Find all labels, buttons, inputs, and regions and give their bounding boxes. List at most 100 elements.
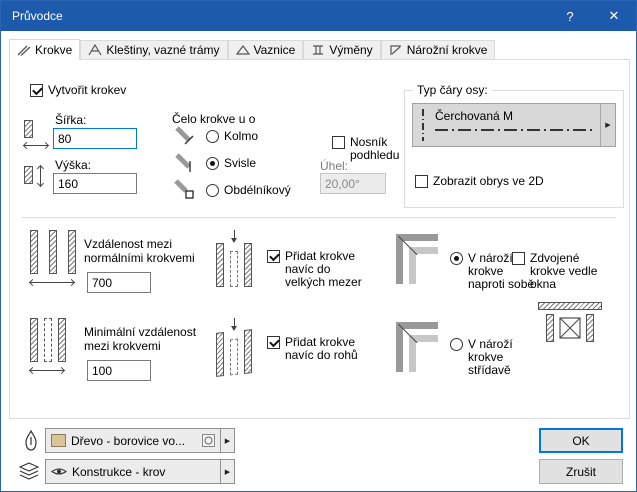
width-input[interactable] [53, 128, 137, 149]
radio-kolmo[interactable]: Kolmo [206, 130, 258, 143]
window-glyph [558, 316, 582, 340]
dropdown-arrow-icon[interactable]: ▶ [220, 460, 234, 483]
tab-narozni-krokve[interactable]: Nárožní krokve [381, 40, 496, 59]
hip-alternate-icon [394, 318, 442, 376]
material-texture-icon[interactable] [202, 434, 215, 447]
checkbox-box[interactable] [267, 336, 280, 349]
double-window-checkbox[interactable]: Zdvojené krokve vedle okna [512, 252, 604, 291]
line-type-preview: Čerchovaná M [433, 104, 600, 146]
checkbox-label: Přidat krokve navíc do rohů [285, 336, 373, 362]
ok-button[interactable]: OK [539, 428, 623, 453]
checkbox-box[interactable] [332, 136, 345, 149]
material-value: Dřevo - borovice vo... [71, 434, 197, 448]
radio-obdelnikovy[interactable]: Obdélníkový [206, 184, 291, 197]
eye-icon[interactable] [51, 466, 67, 477]
tab-label: Krokve [35, 43, 72, 57]
section-divider [22, 217, 616, 218]
vertical-dimension-arrow [37, 166, 45, 186]
rafters-tab-page: Vytvořit krokev Šířka: Výška: Čelo krokv… [9, 59, 630, 419]
checkbox-label: Zobrazit obrys ve 2D [433, 175, 544, 188]
radio-dot[interactable] [206, 130, 219, 143]
radio-dot[interactable] [450, 252, 463, 265]
radio-label: V nároží krokve střídavě [468, 338, 540, 377]
title-bar: Průvodce ? ✕ [1, 1, 636, 31]
radio-dot[interactable] [206, 157, 219, 170]
tab-vaznice[interactable]: Vaznice [228, 40, 304, 59]
min-spacing-label: Minimální vzdálenost mezi krokvemi [84, 325, 206, 353]
tab-label: Kleštiny, vazné trámy [106, 43, 219, 57]
add-rafter-corner-icon [216, 318, 252, 375]
spacing-label: Vzdálenost mezi normálními krokvemi [84, 237, 206, 265]
checkbox-box[interactable] [415, 175, 428, 188]
tab-label: Výměny [329, 43, 372, 57]
radio-svisle[interactable]: Svisle [206, 157, 256, 170]
width-icon [24, 120, 48, 150]
rafter-spacing-icon [30, 230, 76, 287]
layer-dropdown[interactable]: Konstrukce - krov ▶ [45, 459, 235, 484]
height-label: Výška: [55, 158, 91, 172]
add-rafter-gap-icon [216, 230, 252, 287]
height-input[interactable] [53, 173, 137, 194]
tab-vymeny[interactable]: Výměny [303, 40, 380, 59]
layers-icon [19, 462, 39, 484]
dropdown-arrow-icon[interactable]: ▶ [220, 429, 234, 452]
rafters-tab-icon [17, 44, 31, 56]
vertical-cut-icon [173, 151, 195, 176]
height-icon [24, 166, 45, 186]
radio-dot[interactable] [450, 338, 463, 351]
show-outline-2d-checkbox[interactable]: Zobrazit obrys ve 2D [415, 175, 544, 188]
tab-klestiny[interactable]: Kleštiny, vazné trámy [80, 40, 227, 59]
hatched-bar [24, 120, 33, 138]
checkbox-box[interactable] [512, 252, 525, 265]
layer-value: Konstrukce - krov [72, 465, 215, 479]
checkbox-box[interactable] [30, 84, 43, 97]
radio-label: Kolmo [224, 130, 258, 143]
double-rafter-window-icon [538, 302, 602, 342]
hip-opposite-icon [394, 230, 442, 288]
line-type-dropdown[interactable]: Čerchovaná M ▶ [412, 103, 616, 147]
wizard-dialog: Průvodce ? ✕ Krokve Kleštiny, vazné trám… [0, 0, 637, 492]
rectangular-cut-icon [173, 178, 195, 203]
material-dropdown[interactable]: Dřevo - borovice vo... ▶ [45, 428, 235, 453]
trimmers-tab-icon [311, 44, 325, 56]
cancel-button[interactable]: Zrušit [539, 459, 623, 484]
min-spacing-input[interactable] [87, 360, 151, 381]
horizontal-dimension-arrow [24, 142, 48, 150]
tab-label: Vaznice [254, 43, 296, 57]
collar-beams-tab-icon [88, 44, 102, 56]
hip-alternate-radio[interactable]: V nároží krokve střídavě [450, 338, 540, 377]
angle-input [320, 173, 386, 194]
checkbox-label: Nosník podhledu [350, 136, 410, 162]
checkbox-box[interactable] [267, 250, 280, 263]
dropdown-arrow-icon[interactable]: ▶ [600, 104, 615, 146]
create-rafter-checkbox[interactable]: Vytvořit krokev [30, 84, 126, 97]
add-gaps-checkbox[interactable]: Přidat krokve navíc do velkých mezer [267, 250, 373, 289]
purlins-tab-icon [236, 44, 250, 56]
tab-strip: Krokve Kleštiny, vazné trámy Vaznice Vým… [9, 38, 495, 59]
window-title: Průvodce [1, 9, 548, 23]
tab-krokve[interactable]: Krokve [9, 39, 80, 60]
min-spacing-icon [30, 318, 66, 375]
line-type-horizontal-sample [435, 129, 596, 131]
tab-label: Nárožní krokve [407, 43, 488, 57]
checkbox-label: Přidat krokve navíc do velkých mezer [285, 250, 373, 289]
width-label: Šířka: [55, 113, 86, 127]
line-type-group-label: Typ čáry osy: [413, 83, 492, 97]
radio-label: Svisle [224, 157, 256, 170]
perpendicular-cut-icon [173, 124, 195, 149]
checkbox-label: Vytvořit krokev [48, 84, 126, 97]
close-button[interactable]: ✕ [592, 1, 636, 31]
add-corners-checkbox[interactable]: Přidat krokve navíc do rohů [267, 336, 373, 362]
line-type-value: Čerchovaná M [435, 109, 513, 123]
hip-rafters-tab-icon [389, 44, 403, 56]
checkbox-label: Zdvojené krokve vedle okna [530, 252, 604, 291]
help-button[interactable]: ? [548, 1, 592, 31]
line-type-vertical-sample [413, 104, 433, 146]
angle-label: Úhel: [320, 159, 348, 173]
radio-dot[interactable] [206, 184, 219, 197]
dimension-arrow [30, 367, 64, 375]
spacing-input[interactable] [87, 272, 151, 293]
hatched-bar [24, 166, 33, 184]
material-color-swatch [51, 434, 66, 447]
radio-label: Obdélníkový [224, 184, 291, 197]
